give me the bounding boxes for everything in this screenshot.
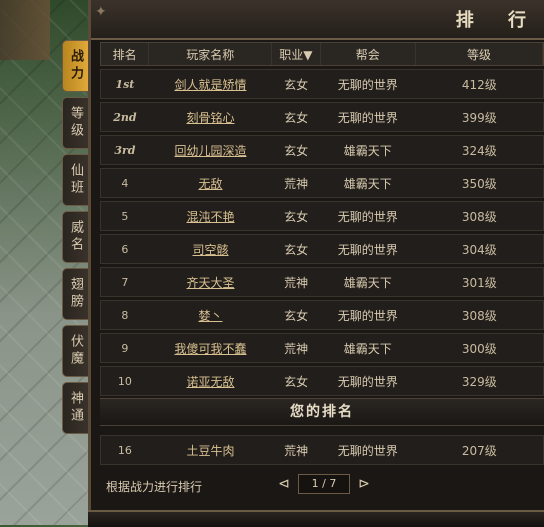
player-guild: 无聊的世界	[337, 242, 398, 257]
player-level: 329级	[461, 374, 497, 389]
your-ranking-row: 16 土豆牛肉 荒神 无聊的世界 207级	[100, 435, 544, 465]
tab-wings[interactable]: 翅膀	[62, 268, 88, 320]
table-row: 3rd 回幼儿园深造 玄女 雄霸天下 324级	[100, 135, 544, 165]
player-name-link[interactable]: 诺亚无敌	[149, 373, 272, 390]
table-row: 9 我傻可我不蠢 荒神 雄霸天下 300级	[100, 333, 544, 363]
player-guild: 无聊的世界	[337, 110, 398, 125]
player-level: 301级	[461, 275, 497, 290]
table-row: 1st 剑人就是矫情 玄女 无聊的世界 412级	[100, 69, 544, 99]
player-level: 308级	[461, 308, 497, 323]
rank-medal-gold: 1st	[115, 77, 135, 91]
player-name-link[interactable]: 我傻可我不蠢	[149, 340, 272, 357]
player-class: 玄女	[284, 110, 309, 125]
player-level: 324级	[461, 143, 497, 158]
player-class: 玄女	[284, 242, 309, 257]
header-level: 等级	[416, 43, 544, 65]
table-row: 7 齐天大圣 荒神 雄霸天下 301级	[100, 267, 544, 297]
rank-medal-silver: 2nd	[113, 110, 137, 124]
player-class: 荒神	[284, 275, 309, 290]
header-rank: 排名	[101, 43, 150, 65]
player-class: 荒神	[284, 176, 309, 191]
background-pillar	[0, 0, 50, 60]
player-name-link[interactable]: 婪丶	[149, 307, 272, 324]
player-name-link[interactable]: 司空骸	[149, 241, 272, 258]
player-guild: 雄霸天下	[343, 143, 392, 158]
player-level: 308级	[461, 209, 497, 224]
rank-number: 7	[121, 275, 129, 289]
tab-fame[interactable]: 威名	[62, 211, 88, 263]
player-level: 399级	[461, 110, 497, 125]
header-class-filter[interactable]: 职业▼	[272, 43, 321, 65]
player-guild: 无聊的世界	[337, 443, 398, 458]
ornament-icon: ✦	[95, 4, 107, 20]
ranking-table: 排名 玩家名称 职业▼ 帮会 等级 1st 剑人就是矫情 玄女 无聊的世界 41…	[100, 42, 544, 396]
player-name-link[interactable]: 齐天大圣	[149, 274, 272, 291]
player-class: 荒神	[284, 443, 309, 458]
player-name-link[interactable]: 剑人就是矫情	[149, 76, 272, 93]
player-level: 207级	[461, 443, 497, 458]
player-guild: 无聊的世界	[337, 77, 398, 92]
player-guild: 无聊的世界	[337, 374, 398, 389]
rank-number: 5	[121, 209, 129, 223]
player-guild: 无聊的世界	[337, 209, 398, 224]
page-indicator: 1 / 7	[298, 474, 350, 494]
table-header: 排名 玩家名称 职业▼ 帮会 等级	[100, 42, 544, 66]
player-level: 304级	[461, 242, 497, 257]
table-row: 10 诺亚无敌 玄女 无聊的世界 329级	[100, 366, 544, 396]
player-name-link[interactable]: 土豆牛肉	[149, 442, 272, 459]
player-class: 荒神	[284, 341, 309, 356]
table-row: 5 混沌不艳 玄女 无聊的世界 308级	[100, 201, 544, 231]
player-name-link[interactable]: 无敌	[149, 175, 272, 192]
rank-number: 16	[117, 443, 132, 457]
next-page-icon[interactable]: ⊳	[356, 476, 372, 492]
panel-header: ✦ 排 行	[91, 0, 544, 40]
prev-page-icon[interactable]: ⊲	[276, 476, 292, 492]
player-name-link[interactable]: 刻骨铭心	[149, 109, 272, 126]
player-guild: 雄霸天下	[343, 341, 392, 356]
rank-number: 4	[121, 176, 129, 190]
player-class: 玄女	[284, 77, 309, 92]
player-level: 350级	[461, 176, 497, 191]
tab-immortal-class[interactable]: 仙班	[62, 154, 88, 206]
pager: ⊲ 1 / 7 ⊳	[276, 474, 372, 494]
header-player-name: 玩家名称	[149, 43, 273, 65]
player-guild: 无聊的世界	[337, 308, 398, 323]
panel-bottom-border	[88, 510, 544, 527]
tab-demon-subduing[interactable]: 伏魔	[62, 325, 88, 377]
rank-number: 8	[121, 308, 129, 322]
rank-number: 9	[121, 341, 129, 355]
player-guild: 雄霸天下	[343, 176, 392, 191]
rank-number: 6	[121, 242, 129, 256]
player-class: 玄女	[284, 308, 309, 323]
header-guild: 帮会	[321, 43, 417, 65]
player-guild: 雄霸天下	[343, 275, 392, 290]
player-level: 300级	[461, 341, 497, 356]
panel-title: 排 行	[455, 10, 540, 31]
player-name-link[interactable]: 回幼儿园深造	[149, 142, 272, 159]
your-ranking-row-wrap: 16 土豆牛肉 荒神 无聊的世界 207级	[100, 432, 544, 465]
table-row: 8 婪丶 玄女 无聊的世界 308级	[100, 300, 544, 330]
table-row: 4 无敌 荒神 雄霸天下 350级	[100, 168, 544, 198]
player-name-link[interactable]: 混沌不艳	[149, 208, 272, 225]
rank-number: 10	[117, 374, 132, 388]
ranking-basis-note: 根据战力进行排行	[106, 480, 203, 494]
player-class: 玄女	[284, 143, 309, 158]
tab-level[interactable]: 等级	[62, 97, 88, 149]
tab-divine-power[interactable]: 神通	[62, 382, 88, 434]
player-level: 412级	[461, 77, 497, 92]
table-footer: 根据战力进行排行 ⊲ 1 / 7 ⊳	[100, 470, 544, 500]
tab-combat-power[interactable]: 战力	[62, 40, 88, 92]
table-row: 2nd 刻骨铭心 玄女 无聊的世界 399级	[100, 102, 544, 132]
ranking-tabs: 战力 等级 仙班 威名 翅膀 伏魔 神通	[62, 40, 90, 439]
rank-medal-bronze: 3rd	[114, 143, 136, 157]
player-class: 玄女	[284, 374, 309, 389]
your-ranking-header: 您的排名	[100, 398, 544, 426]
table-row: 6 司空骸 玄女 无聊的世界 304级	[100, 234, 544, 264]
player-class: 玄女	[284, 209, 309, 224]
